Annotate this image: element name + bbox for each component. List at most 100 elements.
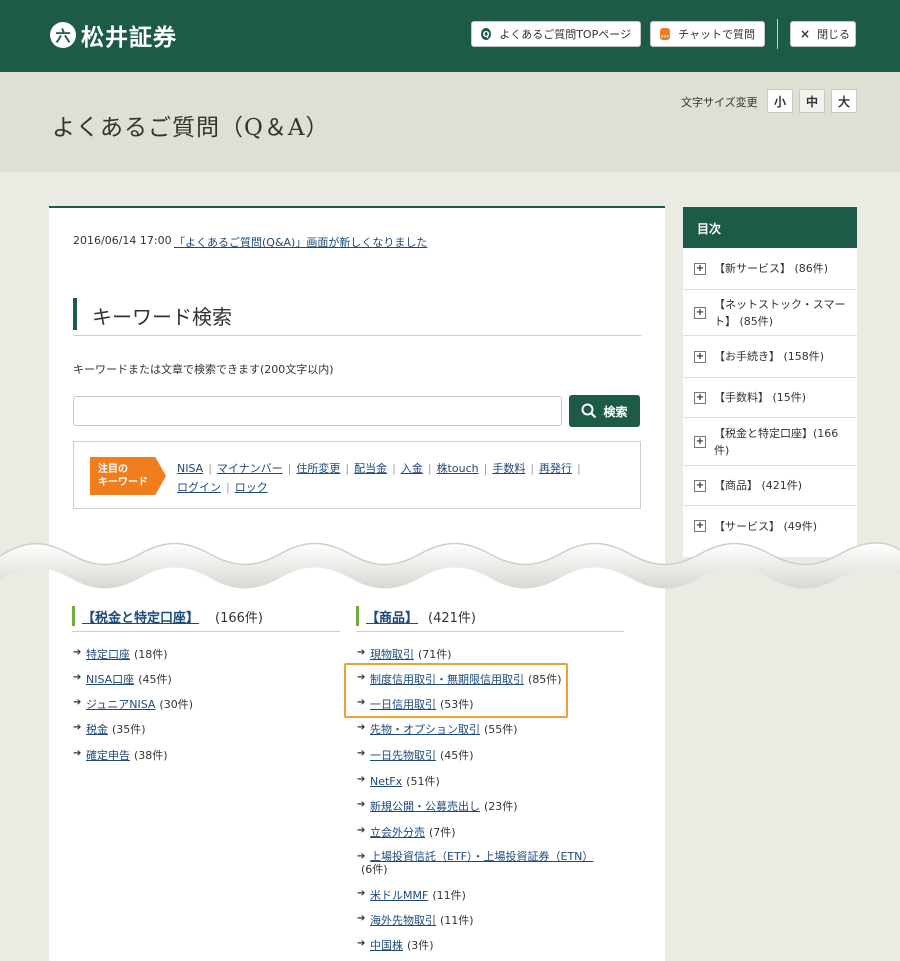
keyword-link[interactable]: マイナンバー xyxy=(217,462,283,475)
arrow-right-icon: ➔ xyxy=(357,774,366,785)
list-item-link[interactable]: NetFx xyxy=(370,775,402,788)
toc-item[interactable]: + 【商品】 (421件) xyxy=(683,466,857,506)
expand-plus-icon[interactable]: + xyxy=(694,391,706,404)
arrow-right-icon: ➔ xyxy=(357,913,366,924)
toc-item-label: 【新サービス】 (86件) xyxy=(714,262,829,275)
header-divider xyxy=(777,19,778,49)
font-size-label: 文字サイズ変更 xyxy=(681,96,758,109)
arrow-right-icon: ➔ xyxy=(357,851,366,862)
title-band: よくあるご質問（Q＆A） 文字サイズ変更 小 中 大 xyxy=(0,72,900,172)
toc-item[interactable]: + 【税金と特定口座】(166件) xyxy=(683,418,857,466)
list-item-link[interactable]: NISA口座 xyxy=(86,673,134,686)
font-size-large-button[interactable]: 大 xyxy=(831,89,857,113)
toc-item[interactable]: + 【手数料】 (15件) xyxy=(683,378,857,418)
list-item: ➔ ジュニアNISA (30件) xyxy=(73,697,194,712)
keyword-link[interactable]: NISA xyxy=(177,462,203,475)
faq-top-button[interactable]: Q よくあるご質問TOPページ xyxy=(471,21,641,47)
keyword-link[interactable]: ログイン xyxy=(177,481,221,494)
list-item-link[interactable]: 米ドルMMF xyxy=(370,889,428,902)
toc-item[interactable]: + 【ネットストック・スマート】 (85件) xyxy=(683,290,857,336)
expand-plus-icon[interactable]: + xyxy=(694,479,706,492)
keyword-link[interactable]: 株touch xyxy=(437,462,479,475)
search-icon xyxy=(581,403,597,419)
list-item: ➔ 税金 (35件) xyxy=(73,722,146,737)
category-count: (166件) xyxy=(215,611,263,626)
search-input[interactable] xyxy=(73,396,562,426)
list-item-link[interactable]: 一日先物取引 xyxy=(370,749,436,762)
list-item-link[interactable]: 上場投資信託（ETF）・上場投資証券（ETN） xyxy=(370,850,593,863)
chat-bubble-icon: … xyxy=(660,28,671,40)
list-item: ➔ 新規公開・公募売出し (23件) xyxy=(357,799,518,814)
category-link-tax[interactable]: 【税金と特定口座】 xyxy=(82,607,199,626)
category-bar xyxy=(72,606,75,626)
toc-item-label: 【お手続き】 (158件) xyxy=(714,350,825,363)
category-heading-tax: 【税金と特定口座】 (166件) xyxy=(72,604,340,632)
arrow-right-icon: ➔ xyxy=(73,748,82,759)
expand-plus-icon[interactable]: + xyxy=(694,306,706,319)
featured-keywords-tag-line1: 注目の xyxy=(98,464,128,475)
list-item: ➔ 確定申告 (38件) xyxy=(73,748,168,763)
list-item-link[interactable]: 先物・オプション取引 xyxy=(370,723,480,736)
list-item-link[interactable]: 立会外分売 xyxy=(370,826,425,839)
category-bar xyxy=(356,606,359,626)
keyword-search-title: キーワード検索 xyxy=(92,305,232,329)
list-item-link[interactable]: 特定口座 xyxy=(86,648,130,661)
search-button-label: 検索 xyxy=(603,404,628,419)
arrow-right-icon: ➔ xyxy=(357,938,366,949)
page-title: よくあるご質問（Q＆A） xyxy=(52,115,330,141)
featured-keywords-box: 注目の キーワード NISA | マイナンバー | 住所変更 | 配当金 | 入金 | 株touch… xyxy=(73,441,641,509)
search-button[interactable]: 検索 xyxy=(569,395,640,427)
keyword-link[interactable]: 住所変更 xyxy=(296,462,340,475)
list-item-link[interactable]: 税金 xyxy=(86,723,108,736)
keyword-link[interactable]: 再発行 xyxy=(539,462,572,475)
toc-item-label: 【ネットストック・スマート】 (85件) xyxy=(714,297,846,328)
toc-item-label: 【税金と特定口座】(166件) xyxy=(714,426,839,457)
search-help-text: キーワードまたは文章で検索できます(200文字以内) xyxy=(73,363,334,376)
expand-plus-icon[interactable]: + xyxy=(694,350,706,363)
list-item: ➔ 海外先物取引 (11件) xyxy=(357,913,474,928)
arrow-right-icon: ➔ xyxy=(357,748,366,759)
list-item-link[interactable]: ジュニアNISA xyxy=(86,698,155,711)
list-item-link[interactable]: 現物取引 xyxy=(370,648,414,661)
list-item: ➔ 現物取引 (71件) xyxy=(357,647,452,662)
expand-plus-icon[interactable]: + xyxy=(694,262,706,275)
list-item-link[interactable]: 海外先物取引 xyxy=(370,914,436,927)
news-date: 2016/06/14 17:00 xyxy=(73,234,172,247)
keyword-link[interactable]: 手数料 xyxy=(492,462,525,475)
toc-item[interactable]: + 【新サービス】 (86件) xyxy=(683,248,857,290)
chat-label: チャットで質問 xyxy=(678,28,755,41)
list-item: ➔ 中国株 (3件) xyxy=(357,938,434,953)
close-icon: × xyxy=(800,27,811,41)
table-of-contents: 目次 + 【新サービス】 (86件) + 【ネットストック・スマート】 (85件) … xyxy=(683,207,857,557)
news-link[interactable]: 「よくあるご質問(Q&A)」画面が新しくなりました xyxy=(174,234,427,250)
arrow-right-icon: ➔ xyxy=(357,647,366,658)
list-item: ➔ 米ドルMMF (11件) xyxy=(357,888,466,903)
faq-top-label: よくあるご質問TOPページ xyxy=(499,28,631,41)
keyword-link[interactable]: 配当金 xyxy=(354,462,387,475)
font-size-medium-button[interactable]: 中 xyxy=(799,89,825,113)
list-item-link[interactable]: 新規公開・公募売出し xyxy=(370,800,480,813)
list-item-link[interactable]: 確定申告 xyxy=(86,749,130,762)
keyword-link[interactable]: ロック xyxy=(235,481,268,494)
toc-item-label: 【商品】 (421件) xyxy=(714,479,803,492)
list-item: ➔ 先物・オプション取引 (55件) xyxy=(357,722,518,737)
toc-title: 目次 xyxy=(683,207,857,248)
close-button[interactable]: × 閉じる xyxy=(790,21,856,47)
arrow-right-icon: ➔ xyxy=(357,722,366,733)
logo[interactable]: 六 松井証券 xyxy=(50,18,177,52)
expand-plus-icon[interactable]: + xyxy=(694,435,706,448)
keyword-list: NISA | マイナンバー | 住所変更 | 配当金 | 入金 | 株touch | 手数料 | 再発行 | ロ… xyxy=(177,462,581,494)
featured-keywords-tag-line2: キーワード xyxy=(98,477,148,488)
site-header: 六 松井証券 Q よくあるご質問TOPページ … チャットで質問 × 閉じる xyxy=(0,0,900,72)
list-item: ➔ NISA口座 (45件) xyxy=(73,672,172,687)
font-size-small-button[interactable]: 小 xyxy=(767,89,793,113)
category-count: (421件) xyxy=(428,611,476,626)
arrow-right-icon: ➔ xyxy=(357,799,366,810)
toc-item[interactable]: + 【お手続き】 (158件) xyxy=(683,336,857,378)
category-link-products[interactable]: 【商品】 xyxy=(366,607,418,626)
chat-button[interactable]: … チャットで質問 xyxy=(650,21,765,47)
keyword-search-heading: キーワード検索 xyxy=(73,298,641,336)
list-item-link[interactable]: 中国株 xyxy=(370,939,403,952)
keyword-link[interactable]: 入金 xyxy=(401,462,423,475)
torn-page-divider xyxy=(0,542,900,589)
